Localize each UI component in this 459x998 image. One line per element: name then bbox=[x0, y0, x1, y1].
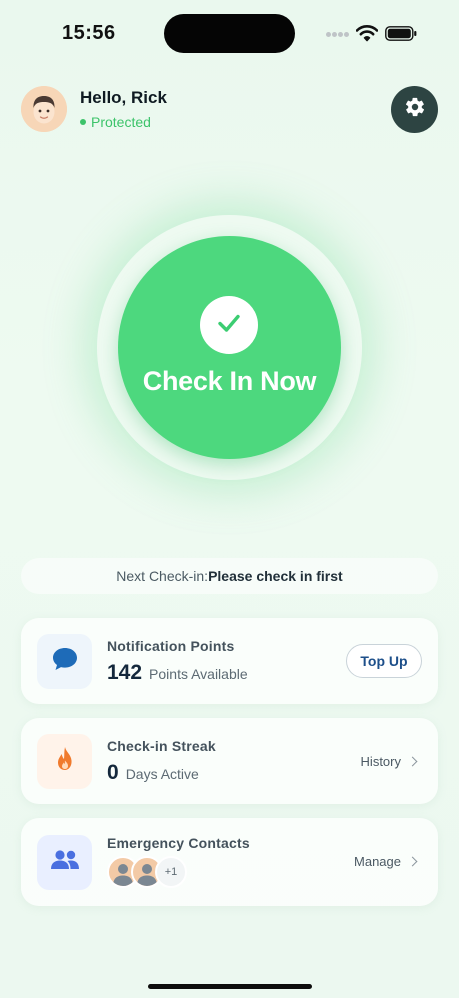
wifi-icon bbox=[355, 24, 379, 42]
history-link[interactable]: History bbox=[360, 754, 418, 769]
manage-link[interactable]: Manage bbox=[354, 854, 418, 869]
points-count: 142 bbox=[107, 661, 143, 684]
contacts-more-badge: +1 bbox=[155, 856, 187, 888]
streak-icon-tile bbox=[37, 734, 92, 789]
next-check-in-value: Please check in first bbox=[208, 568, 343, 584]
notification-points-value: 142 Points Available bbox=[107, 661, 248, 685]
avatar[interactable] bbox=[21, 86, 67, 132]
streak-count: 0 bbox=[107, 761, 119, 784]
status-bar: 15:56 bbox=[0, 0, 459, 66]
streak-title: Check-in Streak bbox=[107, 738, 216, 754]
check-in-label: Check In Now bbox=[142, 366, 317, 396]
contacts-avatar-stack: +1 bbox=[107, 856, 187, 888]
people-icon bbox=[49, 849, 81, 876]
manage-label: Manage bbox=[354, 854, 401, 869]
dynamic-island bbox=[164, 14, 295, 53]
greeting-text: Hello, Rick bbox=[80, 88, 167, 107]
points-unit: Points Available bbox=[149, 666, 248, 682]
flame-icon bbox=[53, 745, 77, 778]
chevron-right-icon bbox=[407, 856, 418, 867]
notification-icon-tile bbox=[37, 634, 92, 689]
chat-bubble-icon bbox=[51, 646, 79, 677]
emergency-contacts-title: Emergency Contacts bbox=[107, 835, 250, 851]
home-indicator[interactable] bbox=[148, 984, 312, 989]
next-check-in-banner: Next Check-in: Please check in first bbox=[21, 558, 438, 594]
check-in-button[interactable]: Check In Now bbox=[118, 236, 341, 459]
settings-button[interactable] bbox=[391, 86, 438, 133]
chevron-right-icon bbox=[407, 756, 418, 767]
cellular-signal-icon bbox=[326, 31, 350, 39]
notification-points-title: Notification Points bbox=[107, 638, 235, 654]
streak-value: 0 Days Active bbox=[107, 761, 199, 785]
battery-icon bbox=[385, 26, 417, 41]
checkmark-icon bbox=[215, 309, 243, 342]
emergency-contacts-card[interactable]: Emergency Contacts +1 Manage bbox=[21, 818, 438, 906]
gear-icon bbox=[404, 96, 426, 123]
top-up-button[interactable]: Top Up bbox=[346, 644, 422, 678]
protection-status: Protected bbox=[80, 114, 151, 130]
protection-status-label: Protected bbox=[91, 114, 151, 130]
notification-points-card: Notification Points 142 Points Available… bbox=[21, 618, 438, 704]
streak-unit: Days Active bbox=[125, 766, 199, 782]
history-label: History bbox=[360, 754, 401, 769]
contacts-icon-tile bbox=[37, 835, 92, 890]
next-check-in-label: Next Check-in: bbox=[116, 568, 209, 584]
status-dot-icon bbox=[80, 119, 86, 125]
status-time: 15:56 bbox=[62, 22, 116, 44]
check-badge bbox=[200, 296, 258, 354]
check-in-streak-card[interactable]: Check-in Streak 0 Days Active History bbox=[21, 718, 438, 804]
